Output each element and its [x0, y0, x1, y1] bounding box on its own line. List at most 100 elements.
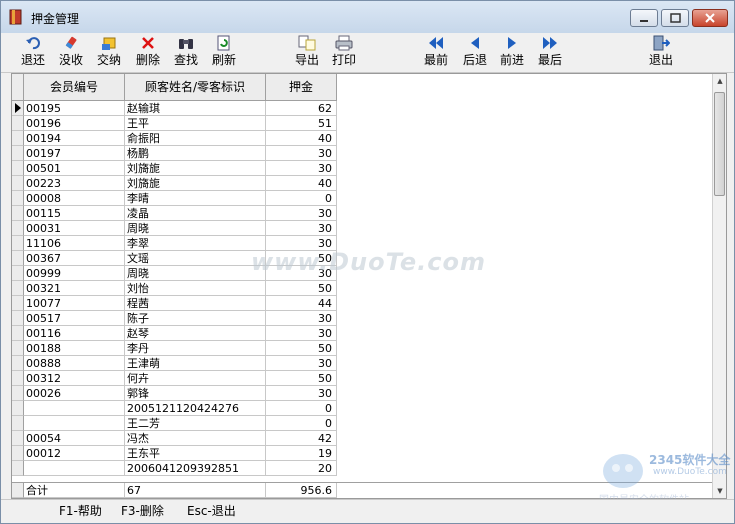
cell-member-id[interactable]: 00012 [24, 446, 125, 461]
next-record-button[interactable]: 前进 [495, 35, 529, 71]
last-record-button[interactable]: 最后 [533, 35, 567, 71]
row-indicator[interactable] [12, 161, 24, 176]
title-bar[interactable]: 押金管理 [1, 1, 734, 33]
row-indicator[interactable] [12, 371, 24, 386]
cell-customer-name[interactable]: 王东平 [125, 446, 266, 461]
cell-customer-name[interactable]: 赵琴 [125, 326, 266, 341]
close-button[interactable] [692, 9, 728, 27]
cell-member-id[interactable]: 00517 [24, 311, 125, 326]
cell-customer-name[interactable]: 冯杰 [125, 431, 266, 446]
cell-member-id[interactable]: 00312 [24, 371, 125, 386]
cell-deposit[interactable]: 50 [266, 281, 337, 296]
cell-deposit[interactable]: 30 [266, 356, 337, 371]
cell-customer-name[interactable]: 王二芳 [125, 416, 266, 431]
cell-member-id[interactable]: 00194 [24, 131, 125, 146]
cell-customer-name[interactable]: 俞振阳 [125, 131, 266, 146]
row-indicator[interactable] [12, 356, 24, 371]
scroll-thumb[interactable] [714, 92, 725, 196]
row-indicator[interactable] [12, 326, 24, 341]
delete-button[interactable]: 删除 [131, 35, 165, 71]
cell-deposit[interactable]: 30 [266, 206, 337, 221]
cell-member-id[interactable] [24, 401, 125, 416]
cell-member-id[interactable]: 00008 [24, 191, 125, 206]
cell-member-id[interactable]: 11106 [24, 236, 125, 251]
row-indicator[interactable] [12, 431, 24, 446]
cell-customer-name[interactable]: 刘怡 [125, 281, 266, 296]
row-indicator[interactable] [12, 416, 24, 431]
cell-deposit[interactable]: 51 [266, 116, 337, 131]
exit-button[interactable]: 退出 [644, 35, 678, 71]
cell-customer-name[interactable]: 2006041209392851 [125, 461, 266, 476]
row-indicator[interactable] [12, 101, 24, 116]
cell-deposit[interactable]: 19 [266, 446, 337, 461]
scroll-up-icon[interactable]: ▲ [713, 74, 726, 88]
cell-customer-name[interactable]: 李翠 [125, 236, 266, 251]
row-indicator[interactable] [12, 341, 24, 356]
cell-member-id[interactable] [24, 461, 125, 476]
row-indicator[interactable] [12, 176, 24, 191]
cell-deposit[interactable]: 50 [266, 371, 337, 386]
refresh-button[interactable]: 刷新 [207, 35, 241, 71]
cell-member-id[interactable] [24, 416, 125, 431]
cell-customer-name[interactable]: 何卉 [125, 371, 266, 386]
column-header-deposit[interactable]: 押金 [266, 74, 337, 101]
row-indicator[interactable] [12, 311, 24, 326]
row-indicator[interactable] [12, 251, 24, 266]
row-indicator[interactable] [12, 281, 24, 296]
cell-deposit[interactable]: 44 [266, 296, 337, 311]
row-indicator[interactable] [12, 236, 24, 251]
cell-deposit[interactable]: 30 [266, 221, 337, 236]
cell-member-id[interactable]: 00321 [24, 281, 125, 296]
cell-customer-name[interactable]: 凌晶 [125, 206, 266, 221]
cell-customer-name[interactable]: 王平 [125, 116, 266, 131]
row-indicator[interactable] [12, 221, 24, 236]
row-indicator[interactable] [12, 206, 24, 221]
cell-member-id[interactable]: 00115 [24, 206, 125, 221]
cell-deposit[interactable]: 0 [266, 416, 337, 431]
cell-member-id[interactable]: 00999 [24, 266, 125, 281]
first-record-button[interactable]: 最前 [419, 35, 453, 71]
cell-deposit[interactable]: 0 [266, 401, 337, 416]
cell-deposit[interactable]: 30 [266, 161, 337, 176]
cell-customer-name[interactable]: 李晴 [125, 191, 266, 206]
cell-member-id[interactable]: 00501 [24, 161, 125, 176]
cell-customer-name[interactable]: 文瑶 [125, 251, 266, 266]
cell-deposit[interactable]: 30 [266, 326, 337, 341]
row-indicator[interactable] [12, 131, 24, 146]
cell-member-id[interactable]: 10077 [24, 296, 125, 311]
row-indicator[interactable] [12, 146, 24, 161]
cell-deposit[interactable]: 30 [266, 386, 337, 401]
row-indicator[interactable] [12, 386, 24, 401]
cell-deposit[interactable]: 30 [266, 146, 337, 161]
row-indicator[interactable] [12, 191, 24, 206]
minimize-button[interactable] [630, 9, 658, 27]
cell-customer-name[interactable]: 杨鹏 [125, 146, 266, 161]
row-indicator[interactable] [12, 116, 24, 131]
cell-customer-name[interactable]: 王津萌 [125, 356, 266, 371]
cell-member-id[interactable]: 00223 [24, 176, 125, 191]
cell-customer-name[interactable]: 陈子 [125, 311, 266, 326]
row-indicator[interactable] [12, 461, 24, 476]
confiscate-button[interactable]: 没收 [54, 35, 88, 71]
find-button[interactable]: 查找 [169, 35, 203, 71]
cell-member-id[interactable]: 00026 [24, 386, 125, 401]
cell-customer-name[interactable]: 赵输琪 [125, 101, 266, 116]
column-header-customer-name[interactable]: 顾客姓名/零客标识 [125, 74, 266, 101]
cell-member-id[interactable]: 00367 [24, 251, 125, 266]
cell-member-id[interactable]: 00188 [24, 341, 125, 356]
cell-customer-name[interactable]: 2005121120424276 [125, 401, 266, 416]
print-button[interactable]: 打印 [327, 35, 361, 71]
cell-member-id[interactable]: 00888 [24, 356, 125, 371]
cell-member-id[interactable]: 00031 [24, 221, 125, 236]
cell-customer-name[interactable]: 程茜 [125, 296, 266, 311]
cell-member-id[interactable]: 00195 [24, 101, 125, 116]
row-indicator[interactable] [12, 446, 24, 461]
cell-member-id[interactable]: 00054 [24, 431, 125, 446]
cell-member-id[interactable]: 00196 [24, 116, 125, 131]
cell-customer-name[interactable]: 刘旖旎 [125, 161, 266, 176]
cell-member-id[interactable]: 00197 [24, 146, 125, 161]
cell-deposit[interactable]: 30 [266, 311, 337, 326]
cell-deposit[interactable]: 20 [266, 461, 337, 476]
cell-member-id[interactable]: 00116 [24, 326, 125, 341]
export-button[interactable]: 导出 [290, 35, 324, 71]
